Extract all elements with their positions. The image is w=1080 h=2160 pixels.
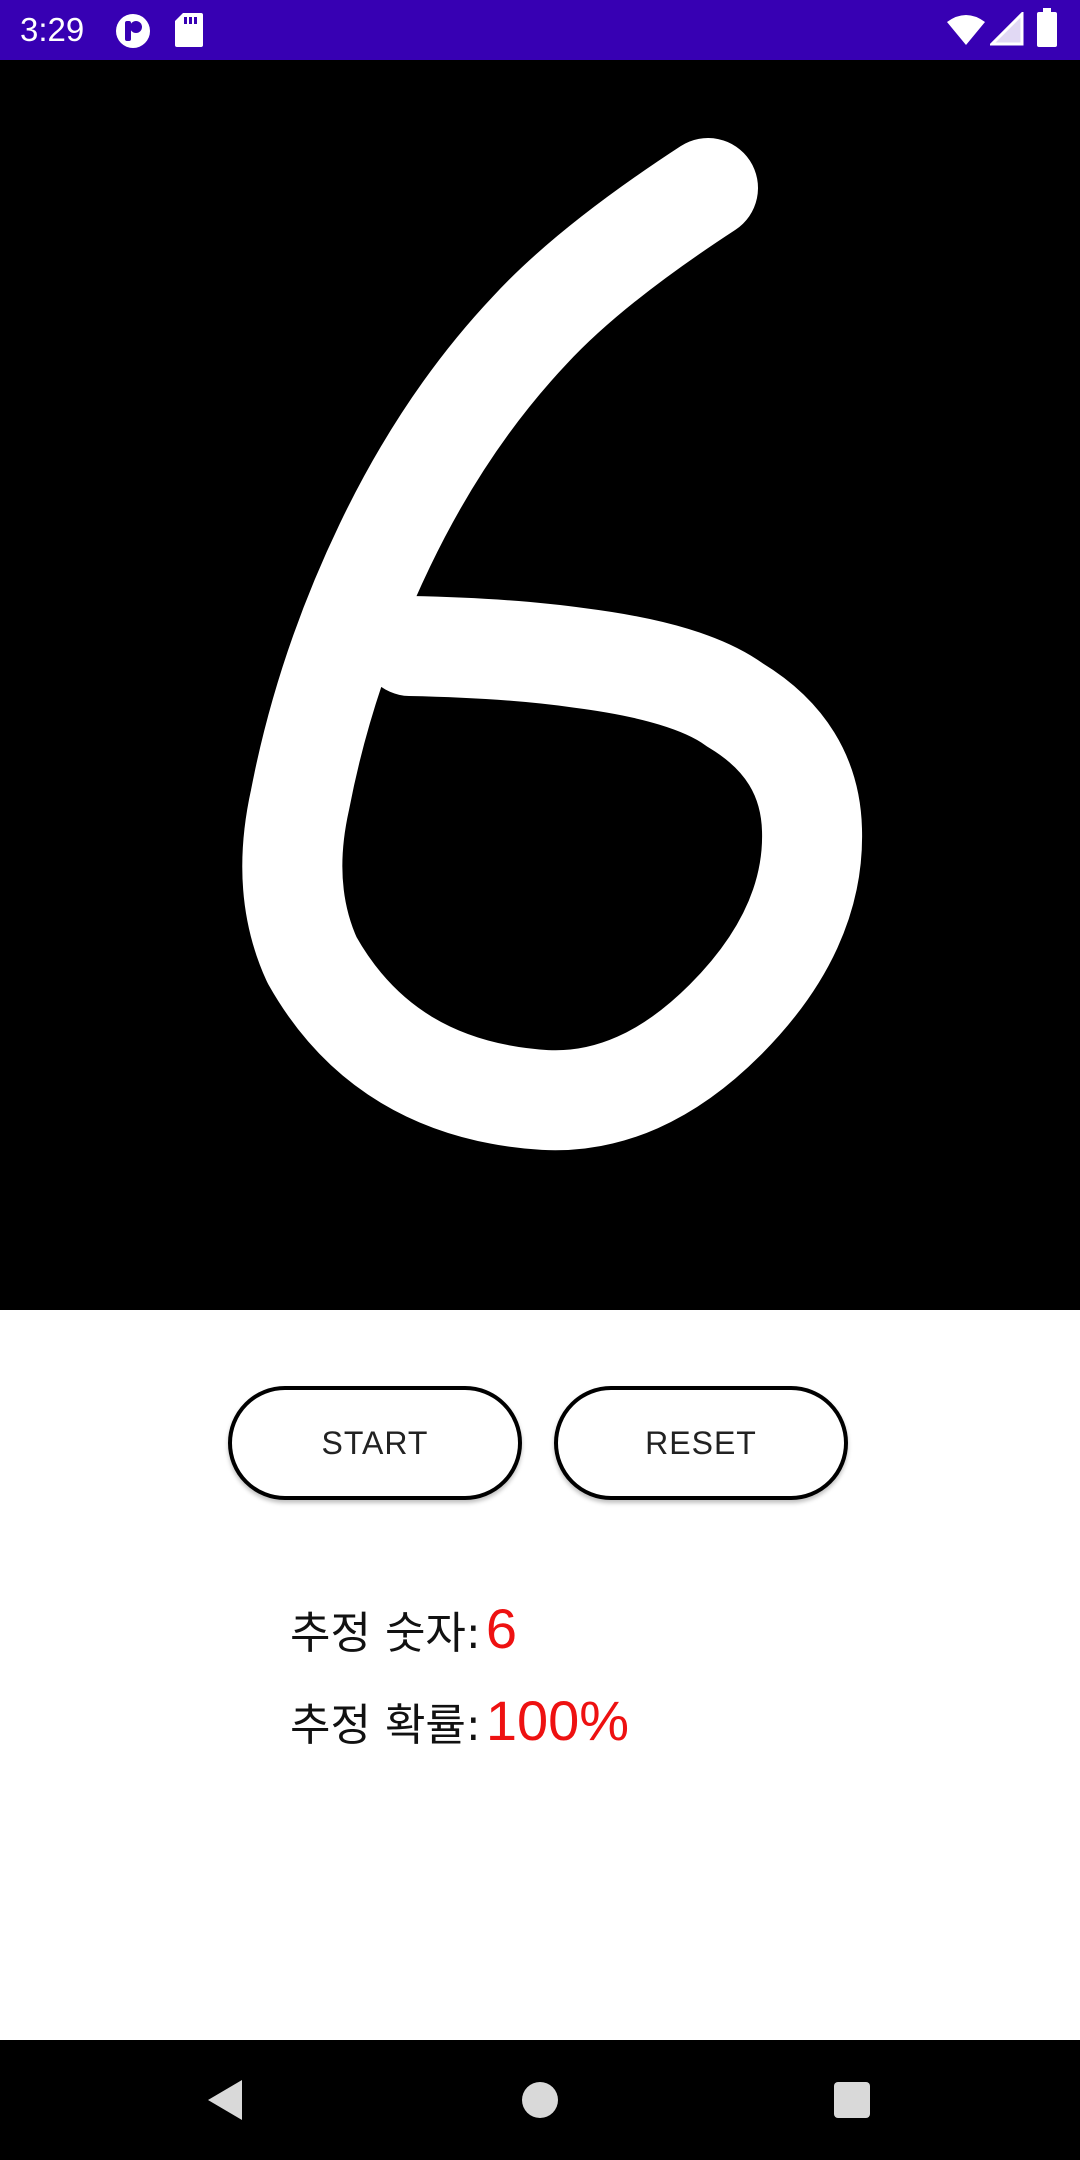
wifi-icon xyxy=(946,14,986,50)
predicted-probability-value: 100% xyxy=(485,1689,630,1752)
predicted-digit-row: 추정 숫자: 6 xyxy=(290,1596,517,1661)
app-notification-icon xyxy=(114,12,152,54)
recents-icon[interactable] xyxy=(822,2070,882,2130)
cellular-signal-icon xyxy=(988,10,1024,50)
sd-card-icon xyxy=(174,12,204,52)
status-bar: 3:29 xyxy=(0,0,1080,60)
reset-button[interactable]: RESET xyxy=(554,1386,848,1500)
back-icon[interactable] xyxy=(196,2070,256,2130)
drawing-canvas[interactable] xyxy=(0,60,1080,1310)
start-button[interactable]: START xyxy=(228,1386,522,1500)
predicted-digit-value: 6 xyxy=(485,1597,517,1660)
handwritten-digit-stroke xyxy=(242,138,863,1151)
navigation-bar xyxy=(0,2040,1080,2160)
predicted-probability-row: 추정 확률: 100% xyxy=(290,1688,629,1753)
predicted-digit-label: 추정 숫자: xyxy=(290,1608,481,1659)
status-time: 3:29 xyxy=(20,11,85,48)
predicted-probability-label: 추정 확률: xyxy=(290,1700,481,1751)
home-icon[interactable] xyxy=(510,2070,570,2130)
battery-icon xyxy=(1036,8,1058,52)
